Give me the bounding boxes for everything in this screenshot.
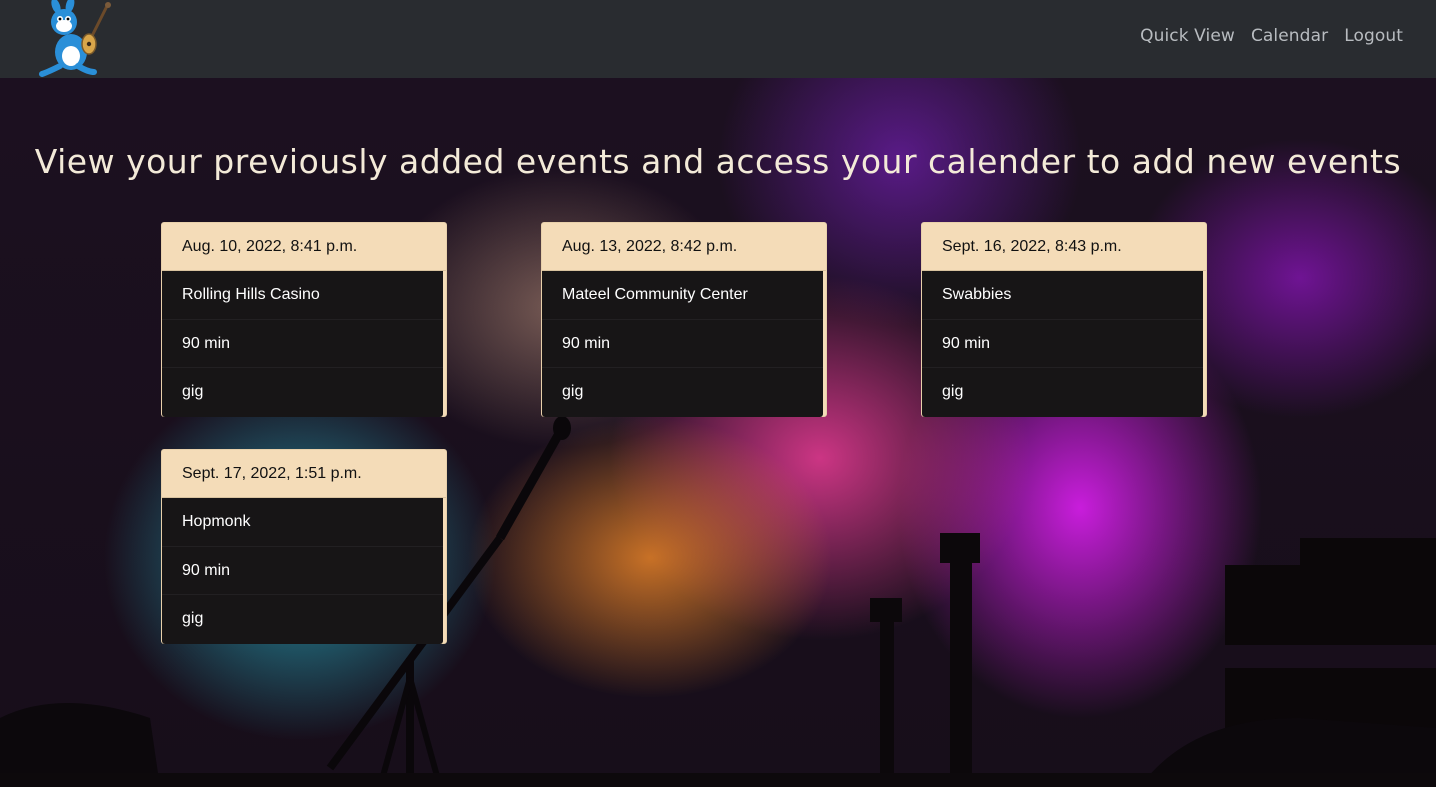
event-date: Aug. 10, 2022, 8:41 p.m. — [162, 223, 446, 271]
event-details: Mateel Community Center 90 min gig — [542, 271, 823, 417]
nav-links: Quick View Calendar Logout — [1140, 26, 1403, 46]
event-duration: 90 min — [162, 320, 443, 369]
event-type: gig — [562, 383, 584, 401]
event-date: Sept. 17, 2022, 1:51 p.m. — [162, 450, 446, 498]
event-type: gig — [182, 383, 204, 401]
event-card[interactable]: Sept. 16, 2022, 8:43 p.m. Swabbies 90 mi… — [921, 222, 1207, 417]
event-card[interactable]: Sept. 17, 2022, 1:51 p.m. Hopmonk 90 min… — [161, 449, 447, 644]
event-duration: 90 min — [162, 547, 443, 596]
event-card[interactable]: Aug. 10, 2022, 8:41 p.m. Rolling Hills C… — [161, 222, 447, 417]
logo-mascot-icon[interactable] — [36, 0, 116, 78]
event-venue: Rolling Hills Casino — [162, 271, 443, 320]
nav-link-logout[interactable]: Logout — [1344, 26, 1403, 46]
top-navbar: Quick View Calendar Logout — [0, 0, 1436, 78]
event-venue: Hopmonk — [162, 498, 443, 547]
event-venue: Swabbies — [922, 271, 1203, 320]
event-card-list: Aug. 10, 2022, 8:41 p.m. Rolling Hills C… — [0, 78, 1436, 787]
hero-section: View your previously added events and ac… — [0, 78, 1436, 787]
event-date: Sept. 16, 2022, 8:43 p.m. — [922, 223, 1206, 271]
event-card[interactable]: Aug. 13, 2022, 8:42 p.m. Mateel Communit… — [541, 222, 827, 417]
nav-link-calendar[interactable]: Calendar — [1251, 26, 1328, 46]
event-details: Swabbies 90 min gig — [922, 271, 1203, 417]
event-details: Rolling Hills Casino 90 min gig — [162, 271, 443, 417]
event-duration: 90 min — [922, 320, 1203, 369]
event-venue: Mateel Community Center — [542, 271, 823, 320]
nav-link-quick-view[interactable]: Quick View — [1140, 26, 1235, 46]
event-details: Hopmonk 90 min gig — [162, 498, 443, 644]
event-type: gig — [182, 610, 204, 628]
event-type: gig — [942, 383, 964, 401]
event-duration: 90 min — [542, 320, 823, 369]
event-date: Aug. 13, 2022, 8:42 p.m. — [542, 223, 826, 271]
